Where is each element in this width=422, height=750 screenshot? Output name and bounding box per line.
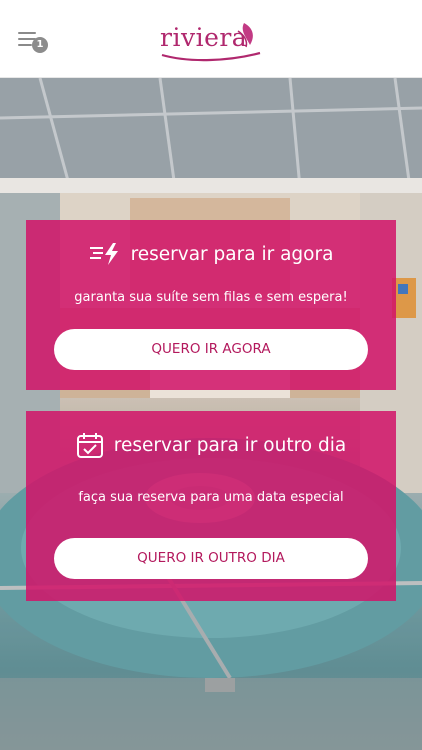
reserve-other-day-title: reservar para ir outro dia (113, 434, 347, 456)
notification-badge: 1 (32, 37, 48, 53)
calendar-check-icon (76, 431, 104, 459)
logo-swoosh (161, 23, 261, 62)
menu-icon-line (18, 44, 32, 46)
reserve-other-day-title-row: reservar para ir outro dia (26, 431, 396, 459)
reserve-now-title: reservar para ir agora (130, 243, 334, 265)
reserve-now-card: reservar para ir agora garanta sua suíte… (26, 220, 396, 390)
go-now-button[interactable]: QUERO IR AGORA (54, 329, 368, 370)
menu-button[interactable]: 1 (18, 30, 50, 54)
app-header: 1 riviera (0, 0, 422, 78)
reserve-now-title-row: reservar para ir agora (26, 242, 396, 266)
riviera-logo: riviera (160, 17, 264, 63)
reserve-other-day-subtitle: faça sua reserva para uma data especial (78, 490, 344, 505)
reserve-other-day-card: reservar para ir outro dia faça sua rese… (26, 411, 396, 601)
go-other-day-button[interactable]: QUERO IR OUTRO DIA (54, 538, 368, 579)
reserve-now-subtitle: garanta sua suíte sem filas e sem espera… (74, 290, 348, 305)
lightning-icon (89, 242, 121, 266)
menu-icon (18, 32, 36, 34)
